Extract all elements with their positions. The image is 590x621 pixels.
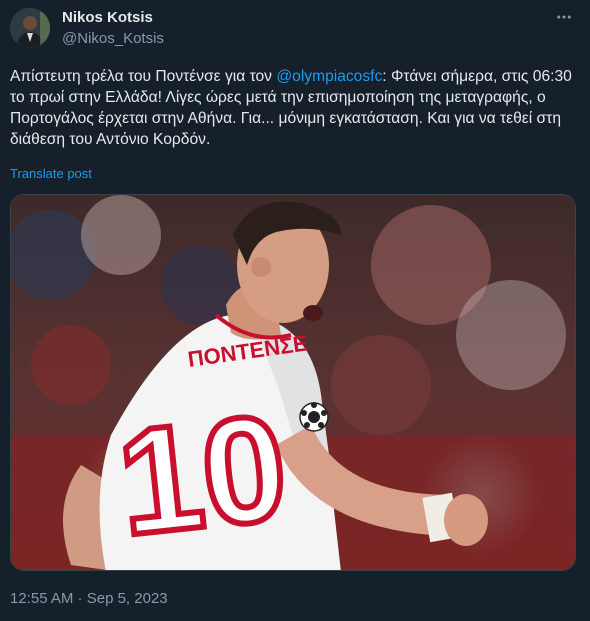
author-handle[interactable]: @Nikos_Kotsis [62, 30, 164, 47]
tweet: Nikos Kotsis @Nikos_Kotsis Απίστευτη τρέ… [0, 0, 590, 621]
champions-league-badge-icon [299, 402, 329, 432]
tweet-text-part: Απίστευτη τρέλα του Ποντένσε για τον [10, 68, 277, 85]
tweet-timestamp[interactable]: 12:55 AM · Sep 5, 2023 [10, 590, 168, 607]
mention-link[interactable]: @olympiacosfc [276, 68, 382, 85]
more-horizontal-icon [555, 8, 573, 31]
jersey-number: 10 [111, 382, 295, 567]
tweet-text: Απίστευτη τρέλα του Ποντένσε για τον @ol… [10, 66, 576, 150]
translate-post-link[interactable]: Translate post [10, 166, 92, 181]
more-options-button[interactable] [552, 9, 576, 29]
tweet-media-photo[interactable]: ΠΟΝΤΕΝΣΕ 10 [10, 194, 576, 571]
avatar[interactable] [10, 8, 50, 48]
timestamp-separator: · [73, 590, 87, 607]
author-name[interactable]: Nikos Kotsis [62, 9, 153, 26]
tweet-date: Sep 5, 2023 [86, 590, 168, 607]
tweet-time: 12:55 AM [10, 590, 74, 607]
